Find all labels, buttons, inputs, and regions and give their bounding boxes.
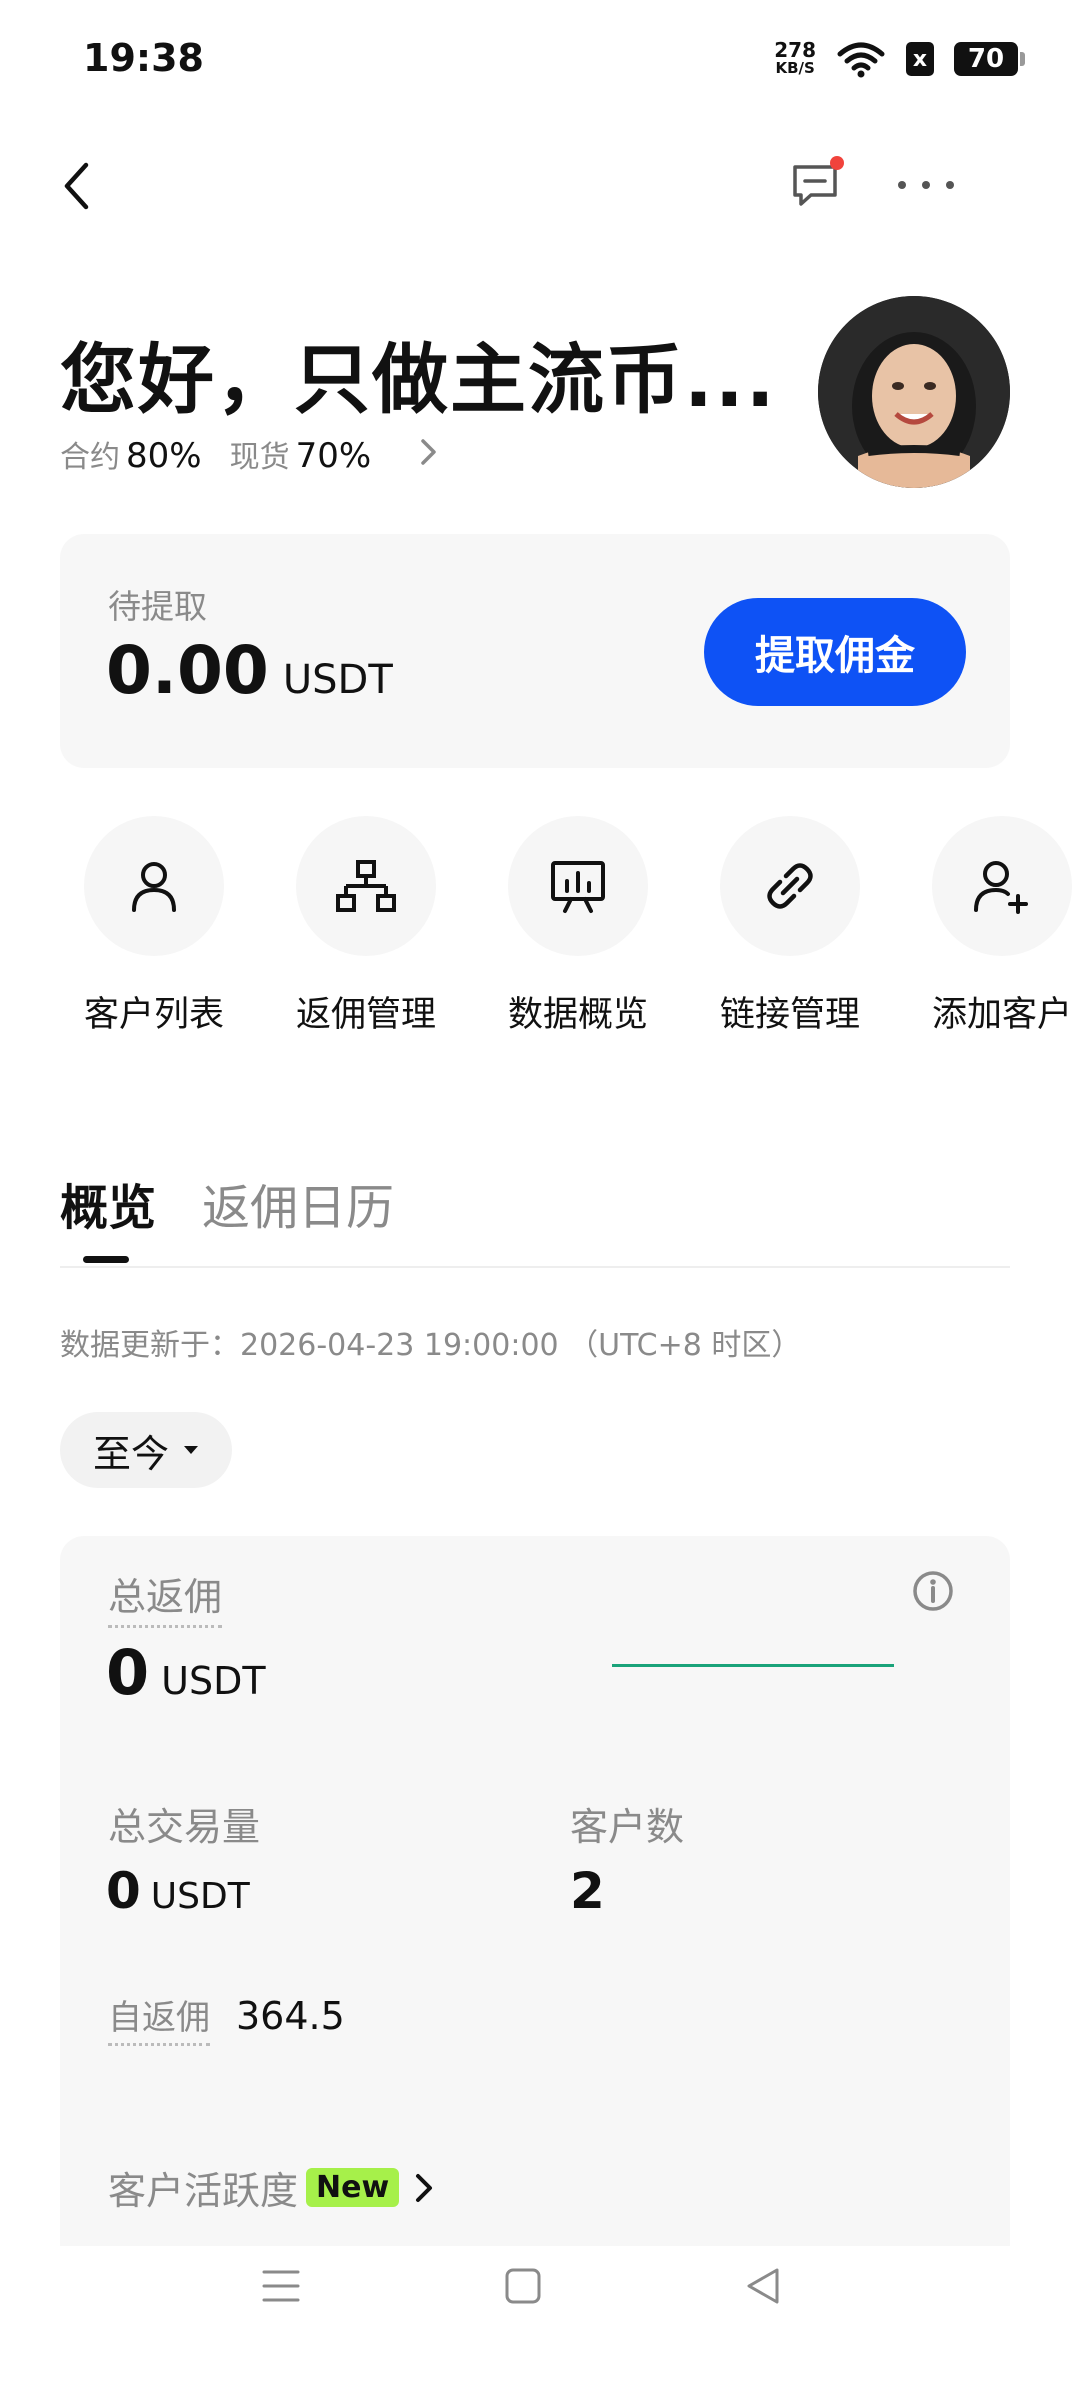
total-rebate-label[interactable]: 总返佣 — [108, 1566, 223, 1628]
caret-down-icon — [184, 1446, 198, 1454]
period-selected: 至今 — [92, 1431, 169, 1476]
avatar-image — [818, 296, 1010, 488]
quick-action-icon-wrap — [720, 816, 860, 956]
more-icon — [898, 181, 954, 189]
client-activity-label: 客户活跃度 — [108, 2169, 299, 2213]
chevron-left-icon — [64, 162, 89, 210]
total-volume-unit: USDT — [150, 1876, 250, 1917]
chevron-right-icon — [416, 2173, 433, 2202]
quick-action-label: 客户列表 — [83, 995, 224, 1035]
presentation-chart-icon — [551, 861, 605, 913]
nav-menu-button[interactable] — [262, 2266, 300, 2310]
nav-home-button[interactable] — [504, 2266, 542, 2310]
client-count-value: 2 — [570, 1862, 605, 1920]
chevron-right-icon — [421, 439, 436, 465]
quick-action-icon-wrap — [932, 816, 1072, 956]
quick-action-icon-wrap — [296, 816, 436, 956]
network-speed: 278 KB/S — [774, 40, 816, 77]
info-button[interactable] — [912, 1570, 954, 1616]
menu-icon — [262, 2270, 300, 2302]
back-triangle-icon — [747, 2268, 779, 2304]
quick-action-label: 添加客户 — [932, 995, 1073, 1035]
pending-amount-value: 0.00 — [106, 632, 269, 709]
quick-action-client-list[interactable]: 客户列表 — [54, 816, 254, 1037]
data-update-note: 数据更新于：2026-04-23 19:00:00 （UTC+8 时区） — [60, 1328, 802, 1363]
net-speed-unit: KB/S — [775, 59, 815, 77]
quick-action-link-management[interactable]: 链接管理 — [690, 816, 890, 1037]
quick-action-icon-wrap — [508, 816, 648, 956]
info-icon — [913, 1571, 953, 1611]
self-rebate-value: 364.5 — [236, 1994, 345, 2038]
org-chart-icon — [336, 860, 396, 912]
client-activity-row[interactable]: 客户活跃度 New — [108, 2160, 435, 2215]
period-selector[interactable]: 至今 — [60, 1412, 232, 1488]
self-rebate-label[interactable]: 自返佣 — [108, 1990, 210, 2046]
status-time: 19:38 — [83, 36, 204, 80]
total-volume: 0 USDT — [106, 1862, 250, 1920]
rate-futures-label: 合约 — [60, 440, 120, 475]
quick-action-label: 链接管理 — [719, 995, 860, 1035]
rate-futures-value: 80% — [126, 436, 202, 476]
rate-spot-label: 现货 — [229, 440, 290, 475]
rebate-rates[interactable]: 合约 80% 现货 70% — [60, 432, 439, 476]
tab-overview[interactable]: 概览 — [60, 1168, 156, 1238]
greeting-title: 您好，只做主流币... — [60, 335, 777, 424]
add-person-icon — [974, 861, 1028, 914]
quick-action-label: 返佣管理 — [295, 995, 436, 1035]
total-volume-label: 总交易量 — [108, 1805, 261, 1849]
more-button[interactable] — [896, 168, 956, 202]
quick-action-data-overview[interactable]: 数据概览 — [478, 816, 678, 1037]
pending-amount-unit: USDT — [282, 657, 393, 703]
total-rebate: 0 USDT — [106, 1636, 266, 1709]
wifi-icon — [837, 42, 885, 78]
total-rebate-value: 0 — [106, 1636, 150, 1709]
rate-spot-value: 70% — [295, 436, 372, 476]
quick-action-icon-wrap — [84, 816, 224, 956]
tab-active-indicator — [83, 1256, 129, 1263]
rebate-sparkline — [612, 1664, 894, 1667]
messages-button[interactable] — [790, 156, 844, 210]
tab-divider — [60, 1266, 1010, 1268]
total-rebate-unit: USDT — [161, 1659, 266, 1703]
tab-rebate-calendar[interactable]: 返佣日历 — [202, 1168, 394, 1238]
back-button[interactable] — [56, 158, 96, 214]
new-badge: New — [306, 2168, 400, 2207]
home-square-icon — [505, 2268, 541, 2304]
status-icons: 278 KB/S x 70 — [774, 40, 1025, 78]
self-rebate-row: 自返佣 364.5 — [108, 1990, 345, 2046]
quick-action-label: 数据概览 — [507, 995, 648, 1035]
pending-amount: 0.00 USDT — [106, 632, 393, 709]
sim-status-icon: x — [906, 42, 934, 76]
withdraw-commission-button[interactable]: 提取佣金 — [704, 598, 966, 706]
nav-back-button[interactable] — [744, 2266, 782, 2310]
client-count-label: 客户数 — [570, 1805, 685, 1849]
link-icon — [767, 863, 813, 909]
person-icon — [132, 862, 176, 912]
notification-dot — [830, 156, 844, 170]
quick-action-rebate-management[interactable]: 返佣管理 — [266, 816, 466, 1037]
pending-label: 待提取 — [108, 587, 207, 626]
quick-action-add-client[interactable]: 添加客户 — [902, 816, 1080, 1037]
battery-icon: 70 — [954, 42, 1025, 76]
avatar[interactable] — [818, 296, 1010, 488]
total-volume-value: 0 — [106, 1862, 141, 1920]
